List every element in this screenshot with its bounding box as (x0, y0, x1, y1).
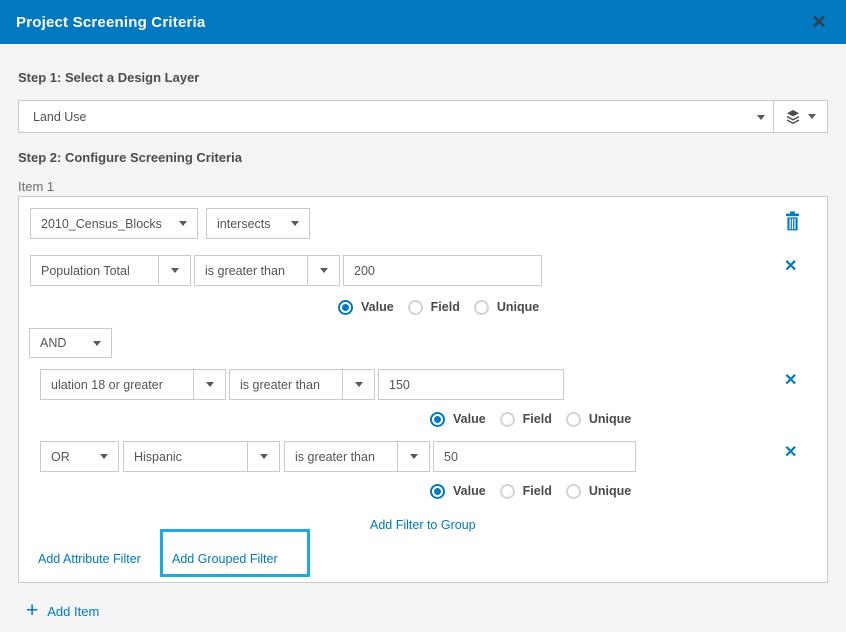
criteria-layer-select[interactable]: 2010_Census_Blocks (30, 208, 198, 239)
filter3-value-input[interactable] (433, 441, 636, 472)
add-attribute-filter-link[interactable]: Add Attribute Filter (38, 552, 141, 566)
filter3-field-select[interactable]: Hispanic (123, 441, 280, 472)
chevron-down-icon (206, 382, 214, 387)
item1-panel: 2010_Census_Blocks intersects Population… (18, 196, 828, 583)
filter2-radio-value[interactable] (430, 412, 445, 427)
chevron-down-icon (171, 268, 179, 273)
spatial-operator-select[interactable]: intersects (206, 208, 310, 239)
filter1-value-input[interactable] (343, 255, 542, 286)
item-label: Item 1 (18, 179, 54, 194)
chevron-down-icon (93, 341, 101, 346)
chevron-down-icon (260, 454, 268, 459)
chevron-down-icon (410, 454, 418, 459)
delete-item-button[interactable] (781, 209, 803, 233)
filter2-radio-unique-label: Unique (589, 412, 631, 426)
criteria-layer-value: 2010_Census_Blocks (31, 217, 168, 231)
filter1-field-value: Population Total (31, 264, 158, 278)
chevron-down-icon (100, 454, 108, 459)
trash-icon (784, 211, 801, 231)
filter1-radio-value[interactable] (338, 300, 353, 315)
filter1-radio-value-label: Value (361, 300, 394, 314)
filter1-remove-button[interactable]: ✕ (784, 259, 797, 275)
dialog-header: Project Screening Criteria (0, 0, 846, 44)
spatial-operator-value: intersects (207, 217, 280, 231)
plus-icon: + (26, 601, 38, 621)
design-layer-select[interactable]: Land Use (18, 100, 828, 133)
filter3-operator-value: is greater than (285, 450, 397, 464)
chevron-down-icon (179, 221, 187, 226)
step1-heading: Step 1: Select a Design Layer (18, 70, 199, 85)
chevron-down-icon (808, 114, 816, 119)
project-screening-criteria-dialog: Project Screening Criteria ✕ Step 1: Sel… (0, 0, 846, 632)
close-icon: ✕ (811, 12, 826, 33)
group-logic-select[interactable]: AND (29, 328, 112, 358)
filter3-operator-select[interactable]: is greater than (284, 441, 430, 472)
filter1-radio-unique-label: Unique (497, 300, 539, 314)
filter3-radio-unique-label: Unique (589, 484, 631, 498)
filter2-field-select[interactable]: ulation 18 or greater (40, 369, 226, 400)
add-filter-to-group-link[interactable]: Add Filter to Group (370, 518, 476, 532)
filter2-operator-select[interactable]: is greater than (229, 369, 375, 400)
chevron-down-icon (757, 115, 765, 120)
remove-icon: ✕ (784, 258, 797, 275)
layers-icon (785, 109, 801, 125)
filter3-radio-unique[interactable] (566, 484, 581, 499)
filter1-field-select[interactable]: Population Total (30, 255, 191, 286)
filter3-remove-button[interactable]: ✕ (784, 445, 797, 461)
add-grouped-filter-link[interactable]: Add Grouped Filter (172, 552, 278, 566)
group-logic-value: AND (30, 336, 82, 350)
chevron-down-icon (291, 221, 299, 226)
filter2-mode-radio-group: Value Field Unique (430, 411, 645, 427)
filter2-field-value: ulation 18 or greater (41, 378, 193, 392)
filter2-radio-field-label: Field (523, 412, 552, 426)
filter1-radio-field-label: Field (431, 300, 460, 314)
filter3-field-value: Hispanic (124, 450, 247, 464)
filter1-operator-select[interactable]: is greater than (194, 255, 340, 286)
filter2-radio-value-label: Value (453, 412, 486, 426)
add-item-label: Add Item (47, 604, 99, 619)
chevron-down-icon (320, 268, 328, 273)
filter1-operator-value: is greater than (195, 264, 307, 278)
filter1-radio-unique[interactable] (474, 300, 489, 315)
filter3-radio-value[interactable] (430, 484, 445, 499)
filter2-radio-field[interactable] (500, 412, 515, 427)
filter3-radio-field-label: Field (523, 484, 552, 498)
filter2-radio-unique[interactable] (566, 412, 581, 427)
filter1-mode-radio-group: Value Field Unique (338, 299, 553, 315)
design-layer-value: Land Use (19, 110, 827, 124)
chevron-down-icon (355, 382, 363, 387)
add-item-link[interactable]: + Add Item (26, 601, 99, 621)
filter3-mode-radio-group: Value Field Unique (430, 483, 645, 499)
filter2-value-input[interactable] (378, 369, 564, 400)
filter3-radio-value-label: Value (453, 484, 486, 498)
layer-options-button[interactable] (773, 101, 827, 132)
filter3-radio-field[interactable] (500, 484, 515, 499)
filter2-remove-button[interactable]: ✕ (784, 373, 797, 389)
close-button[interactable]: ✕ (802, 0, 836, 44)
step2-heading: Step 2: Configure Screening Criteria (18, 150, 242, 165)
filter1-radio-field[interactable] (408, 300, 423, 315)
filter2-operator-value: is greater than (230, 378, 342, 392)
remove-icon: ✕ (784, 372, 797, 389)
dialog-title: Project Screening Criteria (16, 14, 205, 31)
remove-icon: ✕ (784, 444, 797, 461)
filter3-logic-value: OR (41, 450, 89, 464)
filter3-logic-select[interactable]: OR (40, 441, 119, 472)
